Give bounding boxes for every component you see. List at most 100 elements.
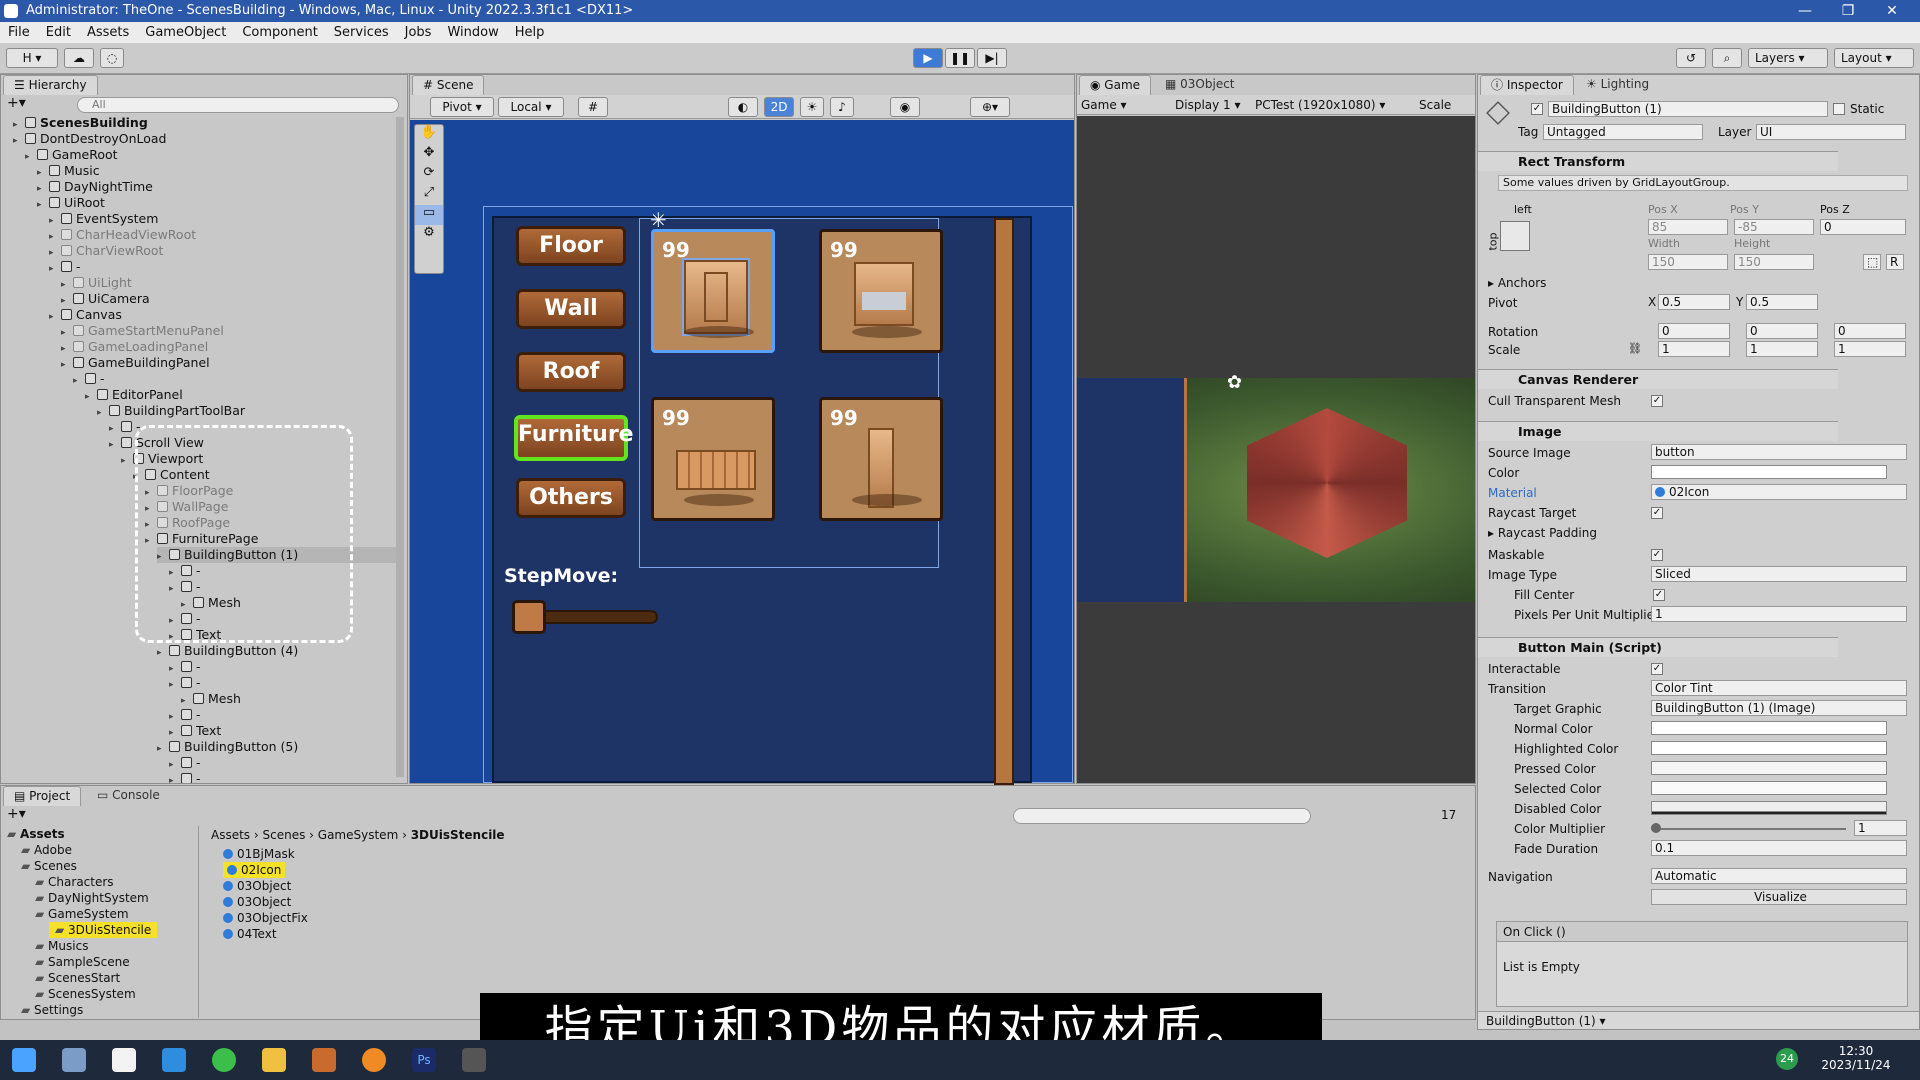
cloud-icon[interactable]: ☁ bbox=[64, 48, 94, 68]
blueprint-icon[interactable]: ⬚ bbox=[1863, 254, 1881, 270]
step-button[interactable]: ▶| bbox=[977, 48, 1007, 68]
menu-jobs[interactable]: Jobs bbox=[397, 22, 440, 43]
active-checkbox[interactable]: ✓ bbox=[1531, 103, 1543, 115]
project-folder-item[interactable]: ▰ Adobe bbox=[21, 842, 72, 858]
audio-icon[interactable]: ♪ bbox=[830, 97, 854, 117]
hierarchy-item[interactable]: ▸ GameStartMenuPanel bbox=[61, 323, 397, 339]
start-icon[interactable] bbox=[12, 1048, 36, 1072]
project-search-input[interactable] bbox=[1013, 808, 1311, 824]
hierarchy-item[interactable]: ▸ DontDestroyOnLoad bbox=[13, 131, 397, 147]
clock[interactable]: 12:30 2023/11/24 bbox=[1816, 1044, 1896, 1072]
expand-arrow-icon[interactable]: ▸ bbox=[61, 357, 73, 373]
breadcrumb-scenes[interactable]: Scenes bbox=[263, 828, 306, 842]
history-icon[interactable]: ↺ bbox=[1676, 48, 1706, 68]
project-folder-item[interactable]: ▰ Musics bbox=[35, 938, 88, 954]
expand-arrow-icon[interactable]: ▸ bbox=[73, 373, 85, 389]
ppu-field[interactable]: 1 bbox=[1651, 606, 1907, 622]
breadcrumb-gamesystem[interactable]: GameSystem bbox=[318, 828, 398, 842]
project-folder-item[interactable]: ▰ DayNightSystem bbox=[35, 890, 149, 906]
posx-field[interactable]: 85 bbox=[1648, 219, 1728, 235]
hierarchy-item[interactable]: ▸ EventSystem bbox=[49, 211, 397, 227]
calculator-icon[interactable] bbox=[62, 1048, 86, 1072]
close-button[interactable]: ✕ bbox=[1872, 0, 1912, 22]
scale-lock-icon[interactable]: ⛓ bbox=[1628, 342, 1642, 355]
height-field[interactable]: 150 bbox=[1734, 254, 1814, 270]
asset-item[interactable]: 01BjMask bbox=[223, 846, 295, 862]
target-graphic-field[interactable]: BuildingButton (1) (Image) bbox=[1651, 700, 1907, 716]
hierarchy-item[interactable]: ▸ Text bbox=[169, 723, 397, 739]
disabled-color-swatch[interactable] bbox=[1651, 801, 1887, 815]
project-folder-item[interactable]: ▰ Assets bbox=[7, 826, 65, 842]
button-header[interactable]: Button Main (Script) bbox=[1478, 637, 1838, 657]
tab-scene[interactable]: # Scene bbox=[412, 75, 485, 95]
hierarchy-item[interactable]: ▸ BuildingButton (5) bbox=[157, 739, 397, 755]
mode-2d-toggle[interactable]: 2D bbox=[764, 97, 794, 117]
pivot-x-field[interactable]: 0.5 bbox=[1658, 294, 1730, 310]
project-folder-item[interactable]: ▰ Settings bbox=[21, 1002, 83, 1018]
project-folder-item[interactable]: ▰ ScenesSystem bbox=[35, 986, 136, 1002]
category-roof-button[interactable]: Roof bbox=[516, 352, 626, 392]
hierarchy-item[interactable]: ▸ GameBuildingPanel bbox=[61, 355, 397, 371]
expand-arrow-icon[interactable]: ▸ bbox=[13, 133, 25, 149]
project-folder-item[interactable]: ▰ GameSystem bbox=[35, 906, 129, 922]
selected-color-swatch[interactable] bbox=[1651, 781, 1887, 795]
vscode-icon[interactable] bbox=[162, 1048, 186, 1072]
visibility-icon[interactable]: ◉ bbox=[890, 97, 920, 117]
asset-item[interactable]: 04Text bbox=[223, 926, 277, 942]
hierarchy-item[interactable]: ▸ UiLight bbox=[61, 275, 397, 291]
item-slot-3[interactable]: 99 bbox=[651, 397, 775, 521]
search-icon[interactable]: ⌕ bbox=[1712, 48, 1742, 68]
category-floor-button[interactable]: Floor bbox=[516, 226, 626, 266]
source-image-field[interactable]: button bbox=[1651, 444, 1907, 460]
expand-arrow-icon[interactable]: ▸ bbox=[121, 453, 133, 469]
menu-assets[interactable]: Assets bbox=[79, 22, 137, 43]
unity-hub-icon[interactable] bbox=[112, 1048, 136, 1072]
object-name-field[interactable]: BuildingButton (1) bbox=[1548, 101, 1828, 117]
project-folder-item[interactable]: ▰ Characters bbox=[35, 874, 114, 890]
tab-inspector[interactable]: ⓘ Inspector bbox=[1480, 75, 1574, 95]
rotation-x-field[interactable]: 0 bbox=[1658, 323, 1730, 339]
expand-arrow-icon[interactable]: ▸ bbox=[109, 437, 121, 453]
tab-hierarchy[interactable]: ☰ Hierarchy bbox=[3, 75, 98, 95]
tab-03object[interactable]: ▦ 03Object bbox=[1155, 75, 1245, 95]
raycast-padding-foldout[interactable]: ▸ Raycast Padding bbox=[1488, 525, 1597, 541]
hierarchy-item[interactable]: ▸ - bbox=[49, 259, 397, 275]
transition-dropdown[interactable]: Color Tint bbox=[1651, 680, 1907, 696]
image-header[interactable]: Image bbox=[1478, 421, 1838, 441]
raycast-checkbox[interactable]: ✓ bbox=[1651, 507, 1663, 519]
blender-icon[interactable] bbox=[362, 1048, 386, 1072]
menu-component[interactable]: Component bbox=[234, 22, 325, 43]
color-swatch[interactable] bbox=[1651, 465, 1887, 479]
account-button[interactable]: H ▾ bbox=[6, 48, 58, 68]
move-tool-icon[interactable]: ✥ bbox=[415, 145, 443, 165]
hierarchy-item[interactable]: ▸ BuildingPartToolBar bbox=[97, 403, 397, 419]
project-folder-item[interactable]: ▰ ScenesStart bbox=[35, 970, 120, 986]
tab-lighting[interactable]: ☀ Lighting bbox=[1576, 75, 1659, 95]
visualize-button[interactable]: Visualize bbox=[1651, 889, 1907, 905]
app-icon[interactable] bbox=[312, 1048, 336, 1072]
item-slot-1[interactable]: 99 bbox=[651, 229, 775, 353]
item-slot-2[interactable]: 99 bbox=[819, 229, 943, 353]
hierarchy-item[interactable]: ▸ GameLoadingPanel bbox=[61, 339, 397, 355]
asset-item[interactable]: 03Object bbox=[223, 894, 291, 910]
menu-file[interactable]: File bbox=[0, 22, 38, 43]
project-folder-item[interactable]: ▰ SampleScene bbox=[35, 954, 130, 970]
posy-field[interactable]: -85 bbox=[1734, 219, 1814, 235]
hierarchy-item[interactable]: ▸ BuildingButton (4) bbox=[157, 643, 397, 659]
maximize-button[interactable]: ❐ bbox=[1828, 0, 1868, 22]
expand-arrow-icon[interactable]: ▸ bbox=[169, 773, 181, 783]
menu-help[interactable]: Help bbox=[507, 22, 553, 43]
raw-edit-button[interactable]: R bbox=[1886, 254, 1904, 270]
hierarchy-item[interactable]: ▸ - bbox=[169, 675, 397, 691]
navigation-dropdown[interactable]: Automatic bbox=[1651, 868, 1907, 884]
pressed-color-swatch[interactable] bbox=[1651, 761, 1887, 775]
color-multiplier-field[interactable]: 1 bbox=[1854, 820, 1907, 836]
rotate-tool-icon[interactable]: ⟳ bbox=[415, 165, 443, 185]
rotation-y-field[interactable]: 0 bbox=[1746, 323, 1818, 339]
inspector-footer[interactable]: BuildingButton (1) ▾ bbox=[1478, 1011, 1919, 1029]
expand-arrow-icon[interactable]: ▸ bbox=[169, 677, 181, 693]
rect-transform-header[interactable]: Rect Transform bbox=[1478, 151, 1838, 171]
pause-button[interactable]: ❚❚ bbox=[945, 48, 975, 68]
shading-icon[interactable]: ◐ bbox=[728, 97, 758, 117]
expand-arrow-icon[interactable]: ▸ bbox=[97, 405, 109, 421]
